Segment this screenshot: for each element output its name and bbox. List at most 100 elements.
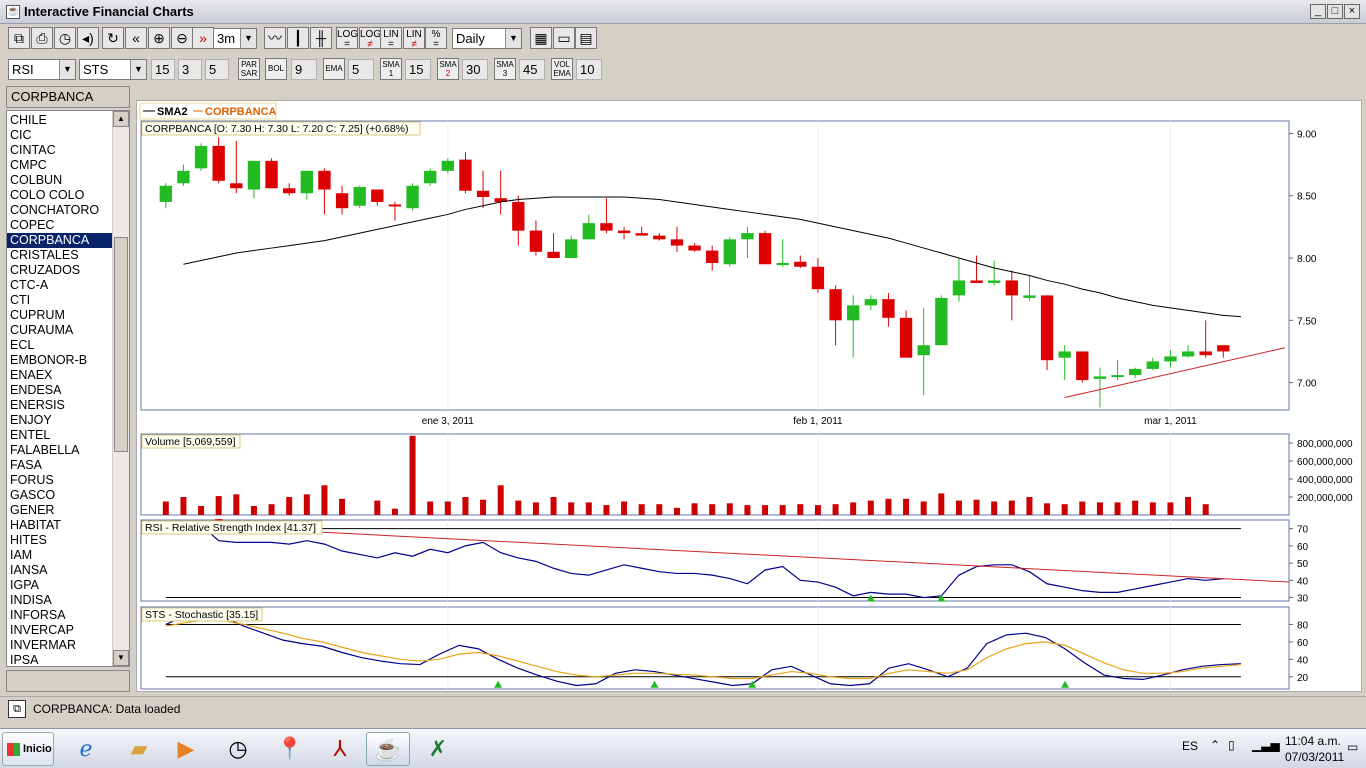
volema-button[interactable]: VOL EMA (551, 58, 573, 80)
log-notequal-button[interactable]: LOG ≠ (359, 27, 381, 50)
scroll-thumb[interactable] (114, 237, 128, 452)
interval-select[interactable]: 3m ▼ (213, 28, 257, 49)
notification-icon[interactable]: ▭ (1347, 740, 1358, 754)
lin-notequal-button[interactable]: LIN ≠ (403, 27, 425, 50)
symbol-item[interactable]: FORUS (7, 473, 113, 488)
chart-area[interactable]: SMA2 CORPBANCA ene 3, 2011 feb 1, 2011 mar 1… (136, 100, 1362, 692)
maximize-button[interactable]: □ (1327, 4, 1343, 19)
symbol-item[interactable]: ECL (7, 338, 113, 353)
symbol-item[interactable]: FALABELLA (7, 443, 113, 458)
symbol-item[interactable]: HITES (7, 533, 113, 548)
speaker-icon[interactable]: ◂) (77, 27, 99, 49)
print-icon[interactable]: ⎙ (31, 27, 53, 49)
percent-button[interactable]: % = (425, 27, 447, 50)
candlestick-icon[interactable]: ╫ (310, 27, 332, 49)
param3-field[interactable]: 5 (205, 59, 229, 80)
timer-icon[interactable]: ◷ (54, 27, 76, 49)
chart-window-icon[interactable]: ▭ (553, 27, 575, 49)
symbol-item[interactable]: INVERCAP (7, 623, 113, 638)
acrobat-icon[interactable]: ⅄ (318, 732, 362, 766)
symbol-item[interactable]: CIC (7, 128, 113, 143)
bol-field[interactable]: 9 (291, 59, 317, 80)
symbol-item[interactable]: HABITAT (7, 518, 113, 533)
chart-svg[interactable]: SMA2 CORPBANCA ene 3, 2011 feb 1, 2011 mar 1… (137, 101, 1361, 691)
start-button[interactable]: Inicio (2, 732, 54, 766)
symbol-list[interactable]: CHILE CIC CINTAC CMPC COLBUN COLO COLO CONCHAT… (6, 110, 130, 667)
symbol-item[interactable]: IGPA (7, 578, 113, 593)
symbol-item[interactable]: ENAEX (7, 368, 113, 383)
symbol-item[interactable]: GENER (7, 503, 113, 518)
folder-icon[interactable]: ▰ (117, 732, 161, 766)
symbol-item[interactable]: CINTAC (7, 143, 113, 158)
pin-icon[interactable]: 📍 (268, 732, 312, 766)
volema-field[interactable]: 10 (576, 59, 602, 80)
symbol-item[interactable]: GASCO (7, 488, 113, 503)
symbol-scrollbar[interactable]: ▲ ▼ (112, 111, 129, 666)
symbol-item[interactable]: CORPBANCA (7, 233, 113, 248)
symbol-item[interactable]: ENERSIS (7, 398, 113, 413)
sma3-field[interactable]: 45 (519, 59, 545, 80)
clock-time[interactable]: 11:04 a.m. (1285, 734, 1341, 748)
symbol-item[interactable]: COLBUN (7, 173, 113, 188)
bol-button[interactable]: BOL (265, 58, 287, 80)
back-icon[interactable]: « (125, 27, 147, 49)
selected-symbol-field[interactable]: CORPBANCA (6, 86, 130, 108)
network-icon[interactable]: ▯ (1228, 738, 1235, 752)
bar-chart-icon[interactable]: ┃ (287, 27, 309, 49)
scroll-up-icon[interactable]: ▲ (113, 111, 129, 127)
refresh-icon[interactable]: ↻ (102, 27, 124, 49)
sma2-button[interactable]: SMA 2 (437, 58, 459, 80)
clock-date[interactable]: 07/03/2011 (1285, 750, 1344, 764)
sma2-field[interactable]: 30 (462, 59, 488, 80)
palette-icon[interactable]: ▦ (530, 27, 552, 49)
ema-field[interactable]: 5 (348, 59, 374, 80)
symbol-item[interactable]: ENTEL (7, 428, 113, 443)
zoom-in-icon[interactable]: ⊕ (148, 27, 170, 49)
symbol-item[interactable]: INDISA (7, 593, 113, 608)
zoom-out-icon[interactable]: ⊖ (171, 27, 193, 49)
media-player-icon[interactable]: ▶ (164, 732, 208, 766)
symbol-item[interactable]: CTC-A (7, 278, 113, 293)
symbol-item[interactable]: ENDESA (7, 383, 113, 398)
sma1-button[interactable]: SMA 1 (380, 58, 402, 80)
forward-icon[interactable]: » (192, 27, 214, 49)
symbol-item[interactable]: COLO COLO (7, 188, 113, 203)
symbol-item[interactable]: CRISTALES (7, 248, 113, 263)
log-equal-button[interactable]: LOG = (336, 27, 358, 50)
java-taskbar-icon[interactable]: ☕ (366, 732, 410, 766)
symbol-item[interactable]: EMBONOR-B (7, 353, 113, 368)
parsar-button[interactable]: PAR SAR (238, 58, 260, 80)
symbol-item[interactable]: INFORSA (7, 608, 113, 623)
sma3-button[interactable]: SMA 3 (494, 58, 516, 80)
indicator2-select[interactable]: STS ▼ (79, 59, 147, 80)
sma1-field[interactable]: 15 (405, 59, 431, 80)
internet-explorer-icon[interactable]: ℯ (64, 732, 108, 766)
symbol-item[interactable]: FASA (7, 458, 113, 473)
ema-button[interactable]: EMA (323, 58, 345, 80)
symbol-item[interactable]: IANSA (7, 563, 113, 578)
symbol-item[interactable]: INVERMAR (7, 638, 113, 653)
close-button[interactable]: × (1344, 4, 1360, 19)
new-window-icon[interactable]: ⧉ (8, 27, 30, 49)
symbol-item[interactable]: COPEC (7, 218, 113, 233)
symbol-item[interactable]: CHILE (7, 113, 113, 128)
symbol-item[interactable]: CONCHATORO (7, 203, 113, 218)
scroll-down-icon[interactable]: ▼ (113, 650, 129, 666)
symbol-item[interactable]: CRUZADOS (7, 263, 113, 278)
symbol-item[interactable]: ENJOY (7, 413, 113, 428)
excel-icon[interactable]: ✗ (416, 732, 460, 766)
minimize-button[interactable]: _ (1310, 4, 1326, 19)
symbol-item[interactable]: IAM (7, 548, 113, 563)
indicator1-select[interactable]: RSI ▼ (8, 59, 76, 80)
clock-app-icon[interactable]: ◷ (216, 732, 260, 766)
signal-icon[interactable]: ▁▃▅ (1252, 738, 1280, 752)
param1-field[interactable]: 15 (151, 59, 175, 80)
tray-expand-icon[interactable]: ⌃ (1210, 738, 1220, 752)
symbol-item[interactable]: IPSA (7, 653, 113, 666)
lin-equal-button[interactable]: LIN = (380, 27, 402, 50)
param2-field[interactable]: 3 (178, 59, 202, 80)
line-chart-icon[interactable]: 〰 (264, 27, 286, 49)
period-select[interactable]: Daily ▼ (452, 28, 522, 49)
symbol-item[interactable]: CURAUMA (7, 323, 113, 338)
symbol-item[interactable]: CUPRUM (7, 308, 113, 323)
